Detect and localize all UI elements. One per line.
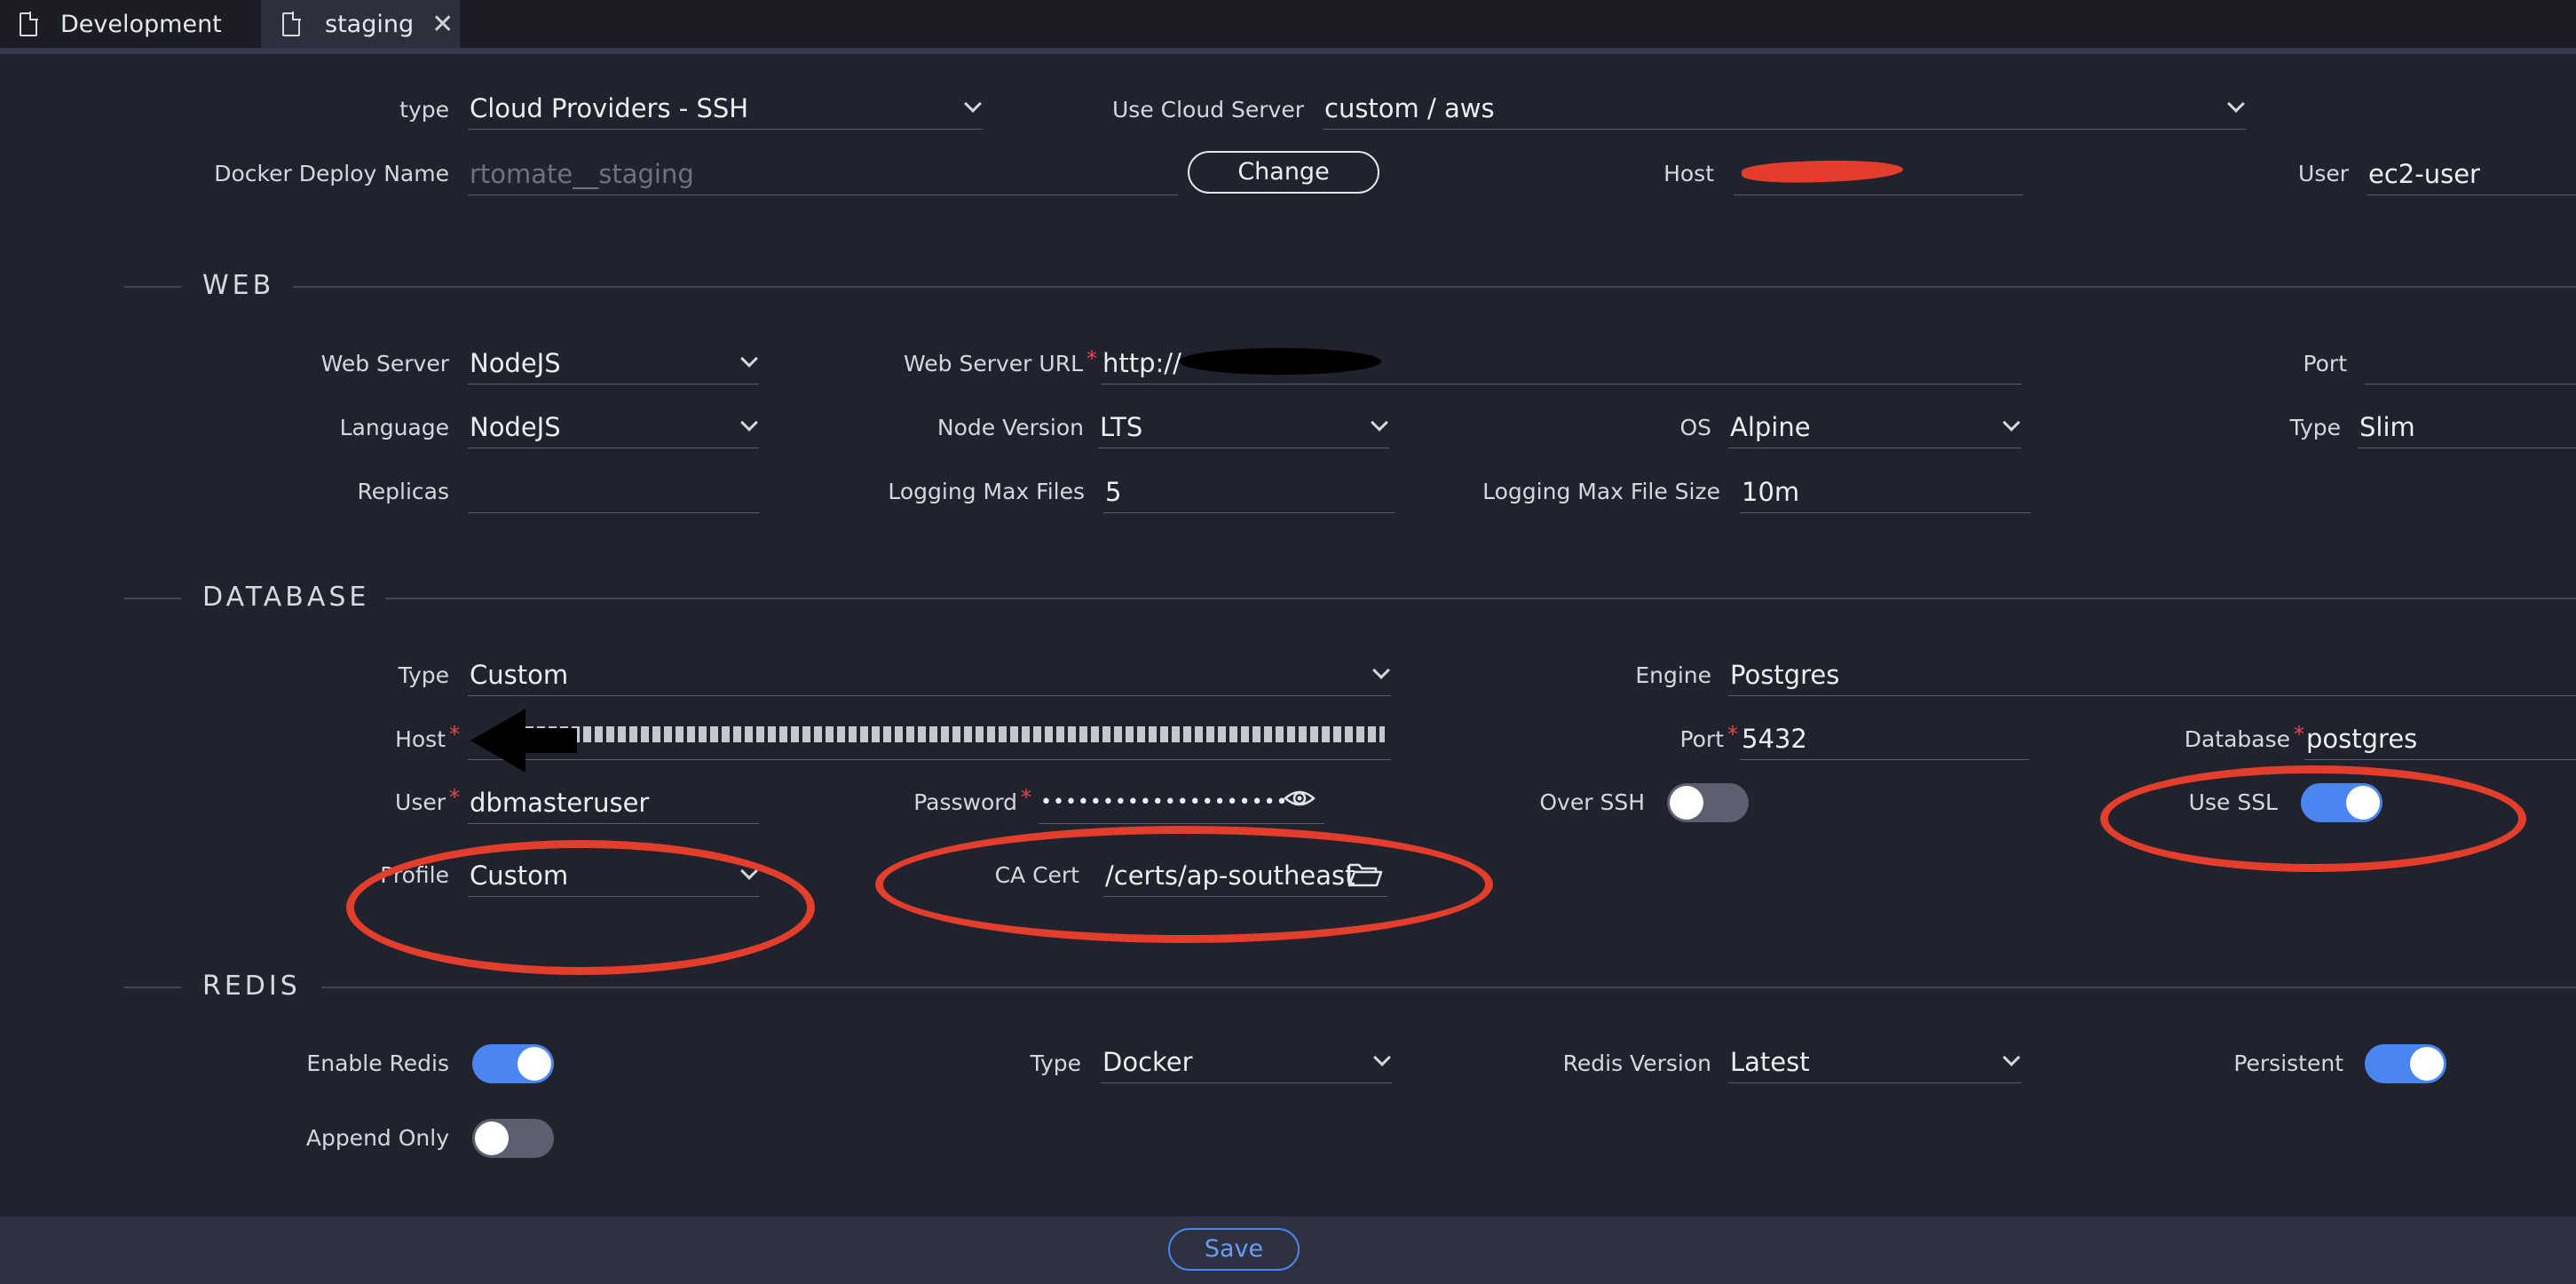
redis-divider-right <box>321 987 2576 988</box>
change-button[interactable]: Change <box>1188 151 1379 194</box>
web-type-select[interactable]: Slim <box>2358 409 2576 448</box>
over-ssh-label: Over SSH <box>1539 789 1645 815</box>
port-label: Port <box>2303 351 2347 376</box>
logging-max-files-label: Logging Max Files <box>888 479 1085 504</box>
web-divider-right <box>293 286 2576 288</box>
replicas-input[interactable] <box>468 474 759 513</box>
logging-max-files-input[interactable]: 5 <box>1103 474 1395 513</box>
required-asterisk: * <box>2294 722 2304 747</box>
required-asterisk: * <box>449 785 460 810</box>
user-input[interactable]: ec2-user <box>2367 156 2576 195</box>
web-server-url-label: Web Server URL * <box>904 346 1097 376</box>
arrow-left-icon <box>470 709 577 773</box>
database-section-title: DATABASE <box>202 582 370 613</box>
chevron-down-icon <box>964 95 982 113</box>
chevron-down-icon <box>1371 414 1388 432</box>
db-port-label: Port * <box>1679 722 1738 752</box>
append-only-label: Append Only <box>305 1125 449 1151</box>
tab-label: Development <box>60 10 222 38</box>
engine-label: Engine <box>1635 662 1711 688</box>
replicas-label: Replicas <box>357 479 449 504</box>
chevron-down-icon <box>2003 1049 2020 1066</box>
database-divider-right <box>385 598 2576 599</box>
annotation-ellipse-ca-cert <box>875 826 1493 943</box>
annotation-ellipse-use-ssl <box>2100 765 2526 872</box>
database-name-input[interactable]: postgres <box>2304 721 2576 760</box>
cloud-server-select[interactable]: custom / aws <box>1323 91 2246 130</box>
required-asterisk: * <box>449 722 460 747</box>
toggle-knob <box>1670 786 1703 820</box>
user-label: User <box>2298 161 2349 186</box>
logging-max-file-size-label: Logging Max File Size <box>1482 479 1720 504</box>
deploy-name-label: Docker Deploy Name <box>214 161 449 186</box>
type-select[interactable]: Cloud Providers - SSH <box>468 91 983 130</box>
cloud-server-label: Use Cloud Server <box>1112 97 1304 123</box>
chevron-down-icon <box>740 414 758 432</box>
web-server-select[interactable]: NodeJS <box>468 345 759 384</box>
persistent-label: Persistent <box>2233 1050 2343 1076</box>
chevron-down-icon <box>2227 95 2245 113</box>
toggle-knob <box>2410 1047 2444 1081</box>
port-input[interactable] <box>2365 345 2576 384</box>
annotation-ellipse-profile <box>346 840 815 975</box>
tab-staging[interactable]: staging ✕ <box>261 0 460 48</box>
required-asterisk: * <box>1021 785 1031 810</box>
tab-divider <box>0 48 2576 54</box>
db-port-input[interactable]: 5432 <box>1740 721 2029 760</box>
eye-icon[interactable] <box>1284 785 1316 812</box>
database-divider-left <box>124 598 181 599</box>
append-only-toggle[interactable] <box>472 1119 554 1158</box>
db-user-input[interactable]: dbmasteruser <box>468 785 759 824</box>
redis-version-label: Redis Version <box>1562 1050 1711 1076</box>
db-type-label: Type <box>398 662 449 688</box>
node-version-label: Node Version <box>936 415 1084 440</box>
db-type-select[interactable]: Custom <box>468 657 1391 696</box>
redis-type-select[interactable]: Docker <box>1101 1044 1392 1083</box>
close-icon[interactable]: ✕ <box>431 9 454 40</box>
toggle-knob <box>475 1122 509 1155</box>
web-type-label: Type <box>2289 415 2341 440</box>
type-label: type <box>399 97 449 123</box>
database-name-label: Database * <box>2184 722 2304 752</box>
redis-section-title: REDIS <box>202 971 301 1002</box>
document-icon <box>20 12 38 36</box>
os-label: OS <box>1679 415 1711 440</box>
logging-max-file-size-input[interactable]: 10m <box>1740 474 2031 513</box>
redis-type-label: Type <box>1030 1050 1081 1076</box>
chevron-down-icon <box>1372 662 1390 679</box>
db-user-label: User * <box>395 785 460 815</box>
web-divider-left <box>124 286 181 288</box>
web-server-label: Web Server <box>320 351 449 376</box>
host-label: Host <box>1663 161 1714 186</box>
deploy-name-input[interactable]: rtomate__staging <box>468 156 1178 195</box>
over-ssh-toggle[interactable] <box>1667 783 1749 822</box>
tab-development[interactable]: Development <box>0 0 259 48</box>
language-label: Language <box>339 415 449 440</box>
web-section-title: WEB <box>202 270 275 301</box>
enable-redis-label: Enable Redis <box>306 1050 449 1076</box>
chevron-down-icon <box>1373 1049 1391 1066</box>
chevron-down-icon <box>2003 414 2020 432</box>
engine-input[interactable]: Postgres <box>1728 657 2576 696</box>
language-select[interactable]: NodeJS <box>468 409 759 448</box>
chevron-down-icon <box>740 350 758 368</box>
password-input[interactable]: •••••••••••••••••••• <box>1039 785 1324 824</box>
required-asterisk: * <box>1727 722 1738 747</box>
os-select[interactable]: Alpine <box>1728 409 2021 448</box>
toggle-knob <box>518 1047 551 1081</box>
tab-label: staging <box>325 10 415 38</box>
password-label: Password * <box>913 785 1031 815</box>
db-host-label: Host * <box>395 722 460 752</box>
url-redaction-mark <box>1179 348 1381 375</box>
node-version-select[interactable]: LTS <box>1098 409 1389 448</box>
redis-version-select[interactable]: Latest <box>1728 1044 2021 1083</box>
enable-redis-toggle[interactable] <box>472 1044 554 1083</box>
save-button[interactable]: Save <box>1168 1228 1300 1271</box>
persistent-toggle[interactable] <box>2365 1044 2446 1083</box>
db-host-scribble <box>525 726 1385 742</box>
required-asterisk: * <box>1087 346 1097 371</box>
redis-divider-left <box>124 987 181 988</box>
document-icon <box>282 12 301 36</box>
